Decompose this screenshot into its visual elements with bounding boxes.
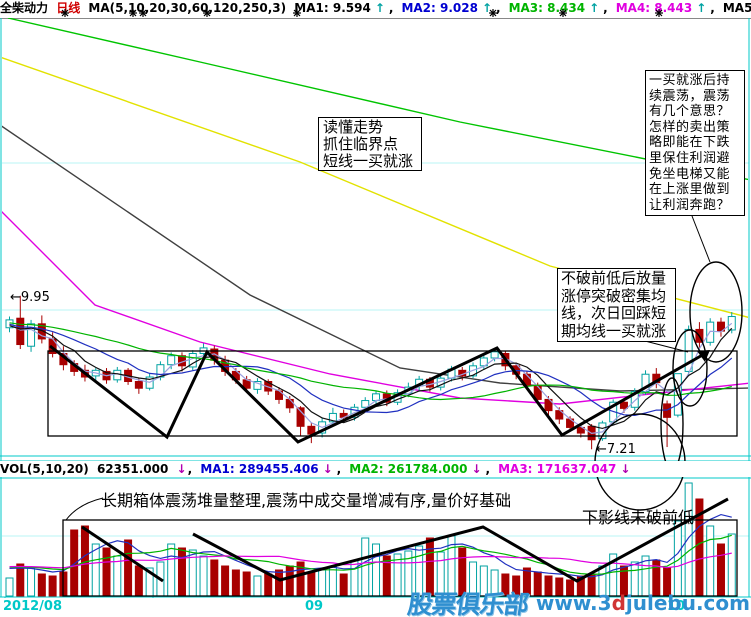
candle-body[interactable]: [114, 370, 121, 380]
volume-bar: [92, 544, 99, 596]
vol-value-arrow: ↓: [177, 461, 187, 477]
comma: ,: [188, 461, 193, 477]
volume-bar: [707, 526, 714, 596]
volume-bar: [168, 544, 175, 596]
annotation-box-breakout[interactable]: 不破前低后放量 涨停突破密集均 线，次日回踩短 期均线一买就涨: [557, 268, 676, 342]
volume-bar: [276, 570, 283, 596]
volume-bar: [6, 578, 13, 596]
volume-bar: [232, 570, 239, 596]
vol-ma-value-2: MA2: 261784.000↓,: [349, 461, 494, 477]
vol-ma-value-1: MA1: 289455.406↓,: [200, 461, 345, 477]
candle-body[interactable]: [286, 399, 293, 407]
url-3: 3: [598, 591, 612, 615]
candle-body[interactable]: [491, 352, 498, 358]
price-tag-low: ←7.21: [596, 442, 636, 457]
candle-body[interactable]: [728, 317, 735, 330]
volume-bar: [211, 560, 218, 596]
volume-bar: [362, 538, 369, 596]
volume-bar: [49, 576, 56, 596]
event-star-icon: [293, 9, 301, 17]
event-star-icon: [129, 9, 137, 17]
event-star-icon: [203, 9, 211, 17]
volume-bar: [243, 572, 250, 596]
volume-bar: [308, 572, 315, 596]
volume-bar: [329, 566, 336, 596]
price-tag-high: ←9.95: [10, 290, 50, 305]
event-star-icon: [655, 9, 663, 17]
event-star-icon: [61, 9, 69, 17]
candle-body[interactable]: [620, 402, 627, 408]
volume-bar: [125, 540, 132, 596]
candle-body[interactable]: [664, 404, 671, 417]
annotation-pointer-line: [692, 216, 710, 262]
url-www: www.: [536, 591, 598, 615]
volume-bar: [254, 576, 261, 596]
volume-bar: [200, 556, 207, 596]
annotation-box-trend[interactable]: 读懂走势 抓住临界点 短线一买就涨: [318, 117, 422, 171]
axis-label-aug: 2012/08: [3, 599, 62, 614]
volume-bar: [135, 566, 142, 596]
volume-bar: [728, 534, 735, 596]
event-star-icon: [139, 9, 147, 17]
watermark-logo: 股票俱乐部: [405, 585, 530, 617]
volume-bar: [685, 483, 692, 596]
axis-label-sep: 09: [305, 599, 323, 614]
price-pane[interactable]: [0, 18, 751, 449]
annotation-volume-note[interactable]: 长期箱体震荡堆量整理,震荡中成交量增减有序,量价好基础: [101, 487, 511, 511]
candle-body[interactable]: [135, 382, 142, 389]
volume-header-bar[interactable]: VOL(5,10,20) 62351.000 ↓, MA1: 289455.40…: [0, 461, 751, 477]
volume-bar: [373, 544, 380, 596]
watermark-url: www.3djulebu.com: [536, 591, 750, 615]
vol-ma-values-list: MA1: 289455.406↓,MA2: 261784.000↓,MA3: 1…: [200, 461, 638, 477]
candle-body[interactable]: [17, 318, 24, 344]
annotation-box-strategy[interactable]: 一买就涨后持 续震荡，震荡 有几个意思？ 怎样的卖出策 略即能在下跌 里保住利润…: [645, 70, 745, 216]
volume-bar: [222, 566, 229, 596]
url-rest: julebu.com: [626, 591, 750, 615]
volume-bar: [265, 574, 272, 596]
vol-value: 62351.000: [97, 461, 168, 477]
stock-chart-app-window: 全柴动力 日线 MA(5,10,20,30,60,120,250,3) MA1:…: [0, 0, 751, 617]
volume-bar: [103, 548, 110, 596]
volume-bar: [286, 566, 293, 596]
site-watermark: 股票俱乐部 www.3djulebu.com: [408, 589, 750, 617]
url-d: d: [612, 591, 626, 615]
event-star-icon: [559, 9, 567, 17]
candle-body[interactable]: [168, 356, 175, 365]
volume-bar: [319, 570, 326, 596]
annotation-pointer-curve: [66, 498, 103, 520]
volume-bar: [340, 574, 347, 596]
volume-bar: [71, 530, 78, 596]
volume-bar: [351, 561, 358, 596]
event-star-icon: [489, 9, 497, 17]
volume-bar: [17, 564, 24, 596]
vol-ma-value-3: MA3: 171637.047↓: [498, 461, 634, 477]
annotation-shadow-note[interactable]: 下影线未破前低: [582, 504, 694, 528]
vol-params-label: VOL(5,10,20): [0, 461, 89, 477]
volume-bar: [178, 548, 185, 596]
volume-bar: [28, 568, 35, 596]
volume-bar: [38, 574, 45, 596]
